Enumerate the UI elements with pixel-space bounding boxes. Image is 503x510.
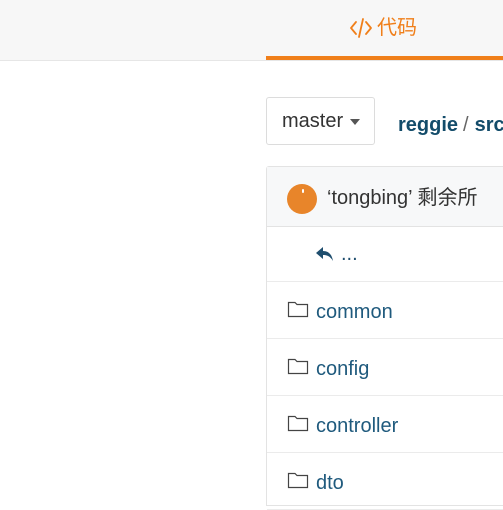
latest-commit-header: ‘tongbing’ 剩余所 [267,167,503,227]
code-icon [350,18,372,38]
reply-back-icon [316,247,333,261]
parent-directory-row[interactable]: ... [267,226,503,282]
list-item[interactable]: common [267,283,503,339]
list-item[interactable]: controller [267,397,503,453]
breadcrumb-path-link[interactable]: src [475,114,503,136]
user-avatar[interactable] [287,184,317,214]
folder-icon [287,301,309,318]
branch-select-value: master [282,109,344,132]
list-item[interactable]: config [267,340,503,396]
folder-icon [287,472,309,489]
caret-down-icon [350,119,361,125]
tab-code[interactable]: 代码 [266,0,503,60]
folder-link[interactable]: dto [316,471,344,495]
folder-icon [287,415,309,432]
breadcrumb: reggie / src [398,113,503,137]
file-tree-panel: ‘tongbing’ 剩余所 ... common config control… [266,166,503,510]
folder-icon [287,358,309,375]
folder-link[interactable]: config [316,357,369,381]
branch-select[interactable]: master [266,97,375,145]
list-item[interactable]: dto [267,454,503,510]
folder-link[interactable]: common [316,300,393,324]
commit-message[interactable]: ‘tongbing’ 剩余所 [327,186,477,210]
parent-directory-link[interactable]: ... [341,242,358,266]
tab-code-label: 代码 [377,17,417,39]
folder-link[interactable]: controller [316,414,398,438]
breadcrumb-repo-link[interactable]: reggie [398,114,458,136]
top-nav-bar: 代码 [0,0,503,61]
breadcrumb-separator: / [463,114,469,136]
